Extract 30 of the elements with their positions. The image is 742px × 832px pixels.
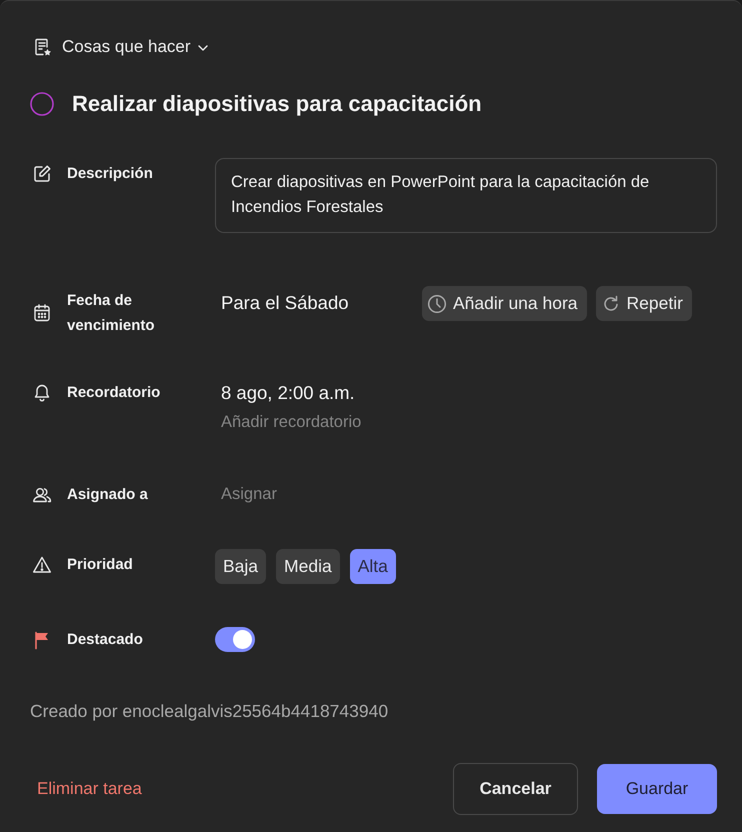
delete-task-link[interactable]: Eliminar tarea (30, 773, 149, 805)
description-field[interactable]: Crear diapositivas en PowerPoint para la capacitación de Incendios Forestales (215, 158, 717, 233)
toggle-switch[interactable] (215, 627, 255, 652)
repeat-button[interactable]: Repetir (596, 286, 692, 321)
assign-button[interactable]: Asignar (215, 482, 277, 507)
priority-option[interactable]: Baja (215, 549, 266, 584)
edit-icon (32, 164, 52, 184)
completion-circle-icon[interactable] (30, 92, 54, 116)
bell-icon (32, 382, 52, 402)
calendar-icon (32, 303, 52, 323)
list-dropdown[interactable]: Cosas que hacer (32, 36, 208, 58)
save-button[interactable]: Guardar (597, 764, 717, 814)
cancel-button[interactable]: Cancelar (453, 763, 578, 815)
field-label: Recordatorio (67, 383, 160, 403)
field-label: Destacado (67, 630, 143, 650)
reminder-value: 8 ago, 2:00 a.m. (220, 381, 355, 405)
task-title: Realizar diapositivas para capacitación (72, 90, 482, 118)
field-label: Prioridad (67, 555, 133, 575)
field-label: Asignado a (67, 485, 148, 505)
due-date-value: Para el Sábado (220, 291, 350, 315)
chevron-down-icon (198, 45, 208, 51)
priority-option[interactable]: Alta (350, 549, 396, 584)
add-reminder-link[interactable]: Añadir recordatorio (215, 410, 362, 435)
warning-icon (32, 554, 52, 574)
created-by-text: Creado por enoclealgalvis25564b4418743940 (30, 700, 390, 723)
priority-option[interactable]: Media (276, 549, 340, 584)
field-label: Fecha de vencimiento (67, 291, 156, 336)
field-label: Descripción (67, 164, 153, 184)
clock-icon (427, 294, 447, 314)
add-time-button[interactable]: Añadir una hora (422, 286, 587, 321)
